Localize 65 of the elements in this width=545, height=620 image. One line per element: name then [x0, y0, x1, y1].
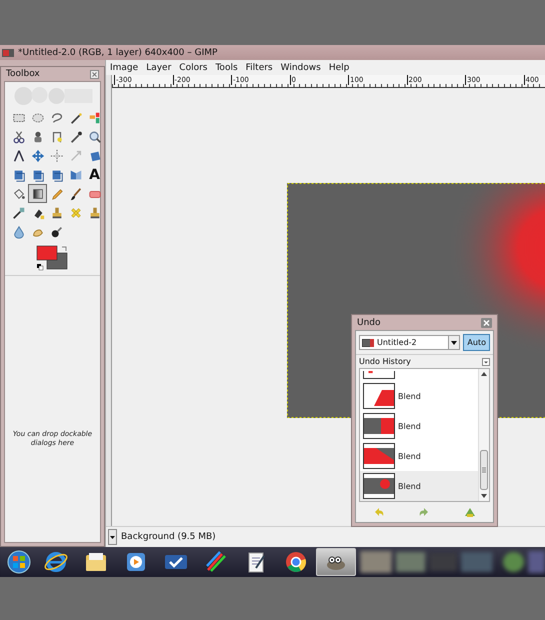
bandage-icon	[68, 206, 82, 220]
menu-item[interactable]: Colors	[179, 62, 208, 72]
image-thumbnail-icon	[362, 338, 374, 346]
layer-shape-icon	[12, 168, 26, 182]
menu-item[interactable]: Image	[110, 62, 138, 72]
bucket-icon	[12, 186, 26, 200]
close-icon[interactable]	[481, 318, 492, 328]
dotted-cross-icon	[50, 148, 64, 162]
browser-e-icon	[44, 550, 68, 574]
pipette-icon	[68, 130, 82, 144]
compass-icon	[12, 148, 26, 162]
layer-shape-icon	[30, 168, 44, 182]
image-selector[interactable]: Untitled-2	[359, 335, 460, 350]
flip-shape-icon	[68, 168, 82, 182]
menu-item[interactable]: Windows	[280, 62, 321, 72]
layer-status: Background (9.5 MB)	[121, 532, 216, 542]
brush-icon	[68, 186, 82, 200]
layer-dropdown[interactable]	[108, 529, 117, 545]
menu-item[interactable]: Filters	[246, 62, 273, 72]
auto-button[interactable]: Auto	[463, 334, 490, 351]
undo-title: Undo	[357, 318, 381, 328]
color-swatches-icon[interactable]	[34, 244, 70, 272]
history-item[interactable]: Blend	[360, 471, 478, 501]
color-bars-icon	[88, 110, 102, 124]
toolbox-title: Toolbox	[6, 69, 40, 79]
dodge-icon	[50, 224, 64, 238]
folder-icon	[84, 550, 108, 574]
menu-item[interactable]: Layer	[146, 62, 172, 72]
scroll-thumb[interactable]	[480, 450, 488, 490]
scroll-up-icon[interactable]	[481, 372, 487, 376]
scissors-icon	[12, 130, 26, 144]
rotate-shape-icon	[88, 148, 102, 162]
window-icon	[2, 48, 14, 56]
stamp-icon	[50, 206, 64, 220]
taskbar-button[interactable]	[316, 548, 356, 576]
ellipse-icon	[30, 110, 44, 124]
pencil-icon	[50, 186, 64, 200]
menu-item[interactable]: Tools	[215, 62, 238, 72]
chrome-icon	[284, 550, 308, 574]
close-icon[interactable]	[90, 70, 99, 78]
windows-orb-icon	[7, 550, 31, 574]
tool-button[interactable]: A	[85, 165, 104, 184]
menu-icon[interactable]	[482, 358, 490, 366]
stamp-icon	[88, 206, 102, 220]
drop-icon	[12, 224, 26, 238]
caret-icon	[110, 536, 115, 538]
media-player-icon	[124, 550, 148, 574]
lasso-icon	[50, 110, 64, 124]
magnifier-icon	[88, 130, 102, 144]
history-title: Undo History	[359, 357, 411, 366]
pale-arrow-icon	[68, 148, 82, 162]
gradient-icon	[30, 186, 44, 200]
move-cross-icon	[30, 148, 44, 162]
layer-shape-icon	[50, 168, 64, 182]
tool-button[interactable]	[28, 184, 47, 203]
color-pencils-icon	[204, 550, 228, 574]
dropdown-arrow-icon	[448, 336, 460, 349]
window-title: *Untitled-2.0 (RGB, 1 layer) 640x400 – GIMP	[18, 48, 218, 58]
menu-item[interactable]: Help	[328, 62, 350, 72]
triangle-icon	[465, 508, 476, 516]
undo-arrow-icon	[374, 508, 384, 516]
redo-arrow-icon	[419, 508, 430, 516]
scroll-down-icon[interactable]	[481, 494, 487, 498]
wand-icon	[68, 110, 82, 124]
airbrush-icon	[12, 206, 26, 220]
